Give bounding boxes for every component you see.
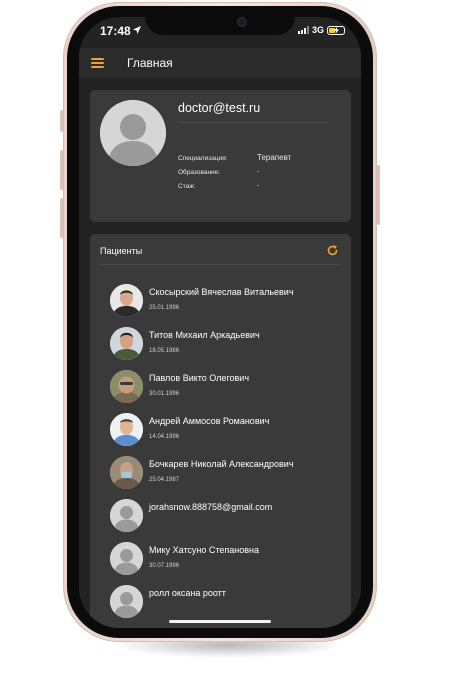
battery-charging-icon [327,25,345,35]
patient-photo [110,413,143,446]
patients-title: Пациенты [100,246,143,256]
field-label-specialization: Специализация: [178,155,228,162]
status-time: 17:48 [100,24,131,38]
field-value-specialization: Терапевт [257,153,292,162]
home-indicator[interactable] [169,620,271,623]
patient-row[interactable]: Бочкарев Николай Александрович 25.04.198… [110,456,345,496]
page-title: Главная [127,56,173,70]
refresh-icon[interactable] [326,244,339,257]
patient-row[interactable]: Мику Хатсуно Степановна 30.07.1996 [110,542,345,582]
patients-divider [100,264,340,265]
location-arrow-icon [133,26,141,34]
network-type: 3G [311,25,324,35]
app-screen: 17:48 3G Главная doctor@test.ru Специали… [79,17,361,628]
patient-row[interactable]: Скосырский Вячеслав Витальевич 25.01.199… [110,284,345,324]
patient-photo [110,327,143,360]
field-value-education: - [257,168,260,175]
doctor-profile-card: doctor@test.ru Специализация: Терапевт О… [90,90,351,222]
phone-volume-up [60,150,63,190]
patient-row[interactable]: Андрей Аммосов Романович 14.04.1996 [110,413,345,453]
patient-name: Бочкарев Николай Александрович [149,459,294,469]
default-avatar-icon [110,499,143,532]
app-bar: Главная [79,48,361,78]
patient-birthdate: 30.01.1996 [149,391,180,397]
doctor-email: doctor@test.ru [178,101,261,115]
patient-photo [110,370,143,403]
patient-row[interactable]: ролл оксана роотт [110,585,345,625]
status-indicators: 3G [297,25,345,35]
phone-volume-down [60,198,63,238]
doctor-avatar [100,100,166,166]
patients-card: Пациенты Скосырский Вячеслав Витальевич … [90,234,351,628]
phone-power-button [377,165,380,225]
notch [145,17,295,35]
patient-birthdate: 30.07.1996 [149,563,180,569]
patient-birthdate: 25.01.1996 [149,305,180,311]
default-avatar-icon [100,100,166,166]
patient-name: Мику Хатсуно Степановна [149,545,260,555]
field-label-education: Образование: [178,169,221,176]
patient-name: ролл оксана роотт [149,588,226,598]
default-avatar-icon [110,542,143,575]
field-value-experience: - [257,182,260,189]
patient-row[interactable]: jorahsnow.888758@gmail.com [110,499,345,539]
patient-name: Павлов Викто Олегович [149,373,250,383]
patient-photo [110,284,143,317]
patient-birthdate: 14.04.1996 [149,434,180,440]
patient-birthdate: 25.04.1987 [149,477,180,483]
patient-row[interactable]: Титов Михаил Аркадьевич 18.05.1986 [110,327,345,367]
front-camera [237,17,247,27]
patient-birthdate: 18.05.1986 [149,348,180,354]
patient-photo [110,456,143,489]
phone-mute-switch [60,110,63,132]
profile-divider [178,122,328,123]
signal-icon [297,26,309,34]
patient-name: Скосырский Вячеслав Витальевич [149,287,294,297]
default-avatar-icon [110,585,143,618]
field-label-experience: Стаж: [178,183,196,190]
patient-name: Титов Михаил Аркадьевич [149,330,260,340]
menu-icon[interactable] [91,58,104,68]
patient-name: Андрей Аммосов Романович [149,416,270,426]
patient-name: jorahsnow.888758@gmail.com [149,502,273,512]
patient-row[interactable]: Павлов Викто Олегович 30.01.1996 [110,370,345,410]
